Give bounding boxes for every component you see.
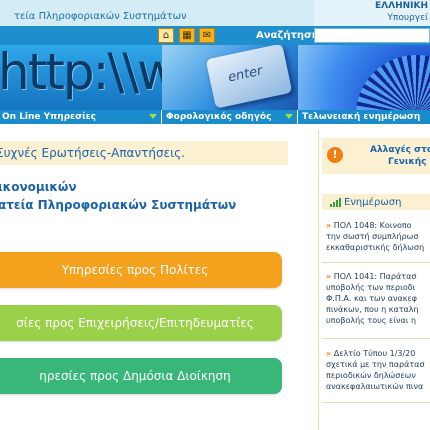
ministry-heading-line-1: ικονομικών <box>0 180 77 194</box>
double-chevron-right-icon: » <box>326 221 332 230</box>
ministry-title-line-1: ΕΛΛΗΝΙΚΗ <box>375 1 428 11</box>
banner-flower-image <box>298 45 430 110</box>
double-chevron-right-icon: » <box>326 272 332 281</box>
ministry-header: ΕΛΛΗΝΙΚΗ Υπουργεί <box>314 0 430 26</box>
faq-link[interactable]: Συχνές Ερωτήσεις-Απαντήσεις. <box>0 146 185 160</box>
news-line: Φ.Π.Α. και των ανακεφ <box>326 294 418 303</box>
banner: http:\\ww enter <box>0 45 430 110</box>
ministry-title-line-2: Υπουργεί <box>387 13 428 23</box>
nav-tab-label: Τελωνειακή ενημέρωση <box>302 112 421 122</box>
banner-http-image: http:\\ww <box>0 45 162 110</box>
home-icon[interactable]: ⌂ <box>158 28 174 43</box>
nav-tab-tax-guide[interactable]: Φορολογικός οδηγός <box>162 110 298 124</box>
chevron-down-icon <box>285 114 293 119</box>
news-line: περιοδικών δηλώσεων <box>326 371 416 380</box>
news-divider <box>322 262 430 263</box>
business-services-button[interactable]: σίες προς Επιχειρήσεις/Επιτηδευματίες <box>0 305 282 341</box>
flower-graphic <box>356 55 430 110</box>
nav-tab-label: Φορολογικός οδηγός <box>166 112 272 122</box>
nav-tab-online-services[interactable]: On Line Υπηρεσίες <box>0 110 162 124</box>
banner-http-text: http:\\ww <box>0 45 162 101</box>
news-divider <box>322 402 430 403</box>
news-line: πινάκων, που η καταλη <box>326 305 419 314</box>
sitemap-icon[interactable]: ▦ <box>179 28 195 43</box>
news-line: υποβολής τους είναι η <box>326 316 417 325</box>
news-line: την σωστή συμπλήρωσ <box>326 232 419 241</box>
mail-icon[interactable]: ✉ <box>199 28 215 43</box>
news-line: σχετικά με την παράτασ <box>326 360 425 369</box>
public-admin-services-button[interactable]: ηρεσίες προς Δημόσια Διοίκηση <box>0 358 282 394</box>
citizens-services-button[interactable]: Υπηρεσίες προς Πολίτες <box>0 252 282 288</box>
search-label: Αναζήτηση <box>256 30 319 41</box>
alert-text-line-2[interactable]: Γενικής Γ <box>388 157 430 167</box>
news-line: Δελτίο Τύπου 1/3/20 <box>333 349 416 358</box>
news-item[interactable]: » ΠΟΛ 1048: Κοινοπο την σωστή συμπλήρωσ … <box>326 220 424 253</box>
news-item[interactable]: » Δελτίο Τύπου 1/3/20 σχετικά με την παρ… <box>326 348 425 392</box>
updates-title: Ενημέρωση <box>344 197 402 208</box>
news-divider <box>322 338 430 339</box>
banner-keyboard-image: enter <box>162 45 298 110</box>
news-line: ΠΟΛ 1048: Κοινοπο <box>333 221 412 230</box>
alert-text-line-1[interactable]: Αλλαγές στο <box>370 145 430 155</box>
ministry-heading-line-2: ατεία Πληροφοριακών Συστημάτων <box>0 198 237 212</box>
search-input[interactable] <box>314 28 430 43</box>
bar-chart-icon <box>330 198 341 207</box>
double-chevron-right-icon: » <box>326 349 332 358</box>
nav-tab-customs-info[interactable]: Τελωνειακή ενημέρωση <box>298 110 430 124</box>
alert-icon: ! <box>327 147 343 163</box>
news-line: εκκαθαριστικής δήλωση <box>326 243 425 252</box>
nav-tab-label: On Line Υπηρεσίες <box>2 112 97 122</box>
news-line: ΠΟΛ 1041: Παράτασ <box>333 272 417 281</box>
site-title: τεία Πληροφοριακών Συστημάτων <box>14 11 187 22</box>
chevron-down-icon <box>149 114 157 119</box>
news-line: υποβολής των περιοδι <box>326 283 416 292</box>
news-item[interactable]: » ΠΟΛ 1041: Παράτασ υποβολής των περιοδι… <box>326 271 419 326</box>
news-line: ανακεφαλαιωτικών πινα <box>326 382 424 391</box>
